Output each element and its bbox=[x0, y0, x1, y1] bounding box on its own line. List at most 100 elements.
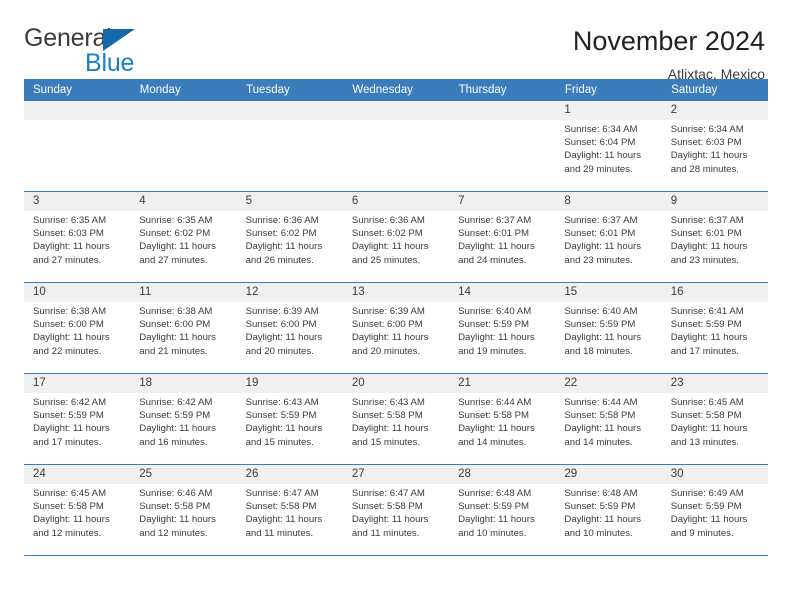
sunrise-text: Sunrise: 6:34 AM bbox=[564, 124, 638, 135]
day-cell[interactable]: 18 Sunrise: 6:42 AM Sunset: 5:59 PM Dayl… bbox=[130, 373, 237, 465]
sunrise-text: Sunrise: 6:35 AM bbox=[33, 215, 107, 226]
daylight-text-line1: Daylight: 11 hours bbox=[670, 150, 748, 162]
day-number: 25 bbox=[130, 465, 237, 484]
day-number: 26 bbox=[236, 465, 343, 484]
day-cell bbox=[130, 101, 237, 192]
day-cell[interactable]: 27 Sunrise: 6:47 AM Sunset: 5:58 PM Dayl… bbox=[342, 464, 450, 555]
day-number: 5 bbox=[236, 192, 343, 211]
sunrise-text: Sunrise: 6:47 AM bbox=[351, 488, 425, 499]
day-details: Sunrise: 6:47 AM Sunset: 5:58 PM Dayligh… bbox=[343, 484, 449, 540]
day-cell[interactable]: 16 Sunrise: 6:41 AM Sunset: 5:59 PM Dayl… bbox=[661, 282, 768, 374]
sunset-text: Sunset: 5:59 PM bbox=[564, 319, 636, 331]
day-cell[interactable]: 5 Sunrise: 6:36 AM Sunset: 6:02 PM Dayli… bbox=[236, 191, 343, 283]
day-details: Sunrise: 6:48 AM Sunset: 5:59 PM Dayligh… bbox=[449, 484, 555, 540]
calendar-week-row: 3 Sunrise: 6:35 AM Sunset: 6:03 PM Dayli… bbox=[24, 191, 768, 283]
day-details: Sunrise: 6:38 AM Sunset: 6:00 PM Dayligh… bbox=[130, 302, 236, 358]
day-details: Sunrise: 6:39 AM Sunset: 6:00 PM Dayligh… bbox=[237, 302, 343, 358]
day-cell bbox=[24, 101, 131, 192]
sunrise-text: Sunrise: 6:34 AM bbox=[670, 124, 744, 135]
day-number: 30 bbox=[661, 465, 768, 484]
daylight-text-line1: Daylight: 11 hours bbox=[458, 423, 535, 435]
day-details: Sunrise: 6:40 AM Sunset: 5:59 PM Dayligh… bbox=[449, 302, 555, 358]
day-details: Sunrise: 6:45 AM Sunset: 5:58 PM Dayligh… bbox=[662, 393, 768, 449]
day-cell[interactable]: 26 Sunrise: 6:47 AM Sunset: 5:58 PM Dayl… bbox=[236, 464, 343, 555]
day-cell[interactable]: 12 Sunrise: 6:39 AM Sunset: 6:00 PM Dayl… bbox=[236, 282, 343, 374]
sunset-text: Sunset: 5:58 PM bbox=[33, 501, 104, 513]
daylight-text-line1: Daylight: 11 hours bbox=[351, 514, 429, 526]
daylight-text-line1: Daylight: 11 hours bbox=[458, 514, 535, 526]
day-number: 13 bbox=[342, 283, 450, 302]
day-cell[interactable]: 9 Sunrise: 6:37 AM Sunset: 6:01 PM Dayli… bbox=[661, 191, 768, 283]
day-number: 17 bbox=[24, 374, 131, 393]
day-cell[interactable]: 3 Sunrise: 6:35 AM Sunset: 6:03 PM Dayli… bbox=[24, 191, 131, 283]
sunrise-text: Sunrise: 6:40 AM bbox=[564, 306, 638, 317]
day-cell[interactable]: 10 Sunrise: 6:38 AM Sunset: 6:00 PM Dayl… bbox=[24, 282, 131, 374]
day-cell[interactable]: 20 Sunrise: 6:43 AM Sunset: 5:58 PM Dayl… bbox=[342, 373, 450, 465]
day-cell[interactable]: 30 Sunrise: 6:49 AM Sunset: 5:59 PM Dayl… bbox=[661, 464, 768, 555]
sunrise-text: Sunrise: 6:48 AM bbox=[458, 488, 532, 499]
calendar-bottom-rule bbox=[24, 555, 768, 556]
day-details: Sunrise: 6:37 AM Sunset: 6:01 PM Dayligh… bbox=[555, 211, 661, 267]
day-cell[interactable]: 19 Sunrise: 6:43 AM Sunset: 5:59 PM Dayl… bbox=[236, 373, 343, 465]
sunset-text: Sunset: 6:00 PM bbox=[33, 319, 104, 331]
day-details: Sunrise: 6:34 AM Sunset: 6:04 PM Dayligh… bbox=[555, 120, 661, 176]
day-number: 16 bbox=[661, 283, 768, 302]
day-details: Sunrise: 6:37 AM Sunset: 6:01 PM Dayligh… bbox=[662, 211, 768, 267]
day-cell[interactable]: 23 Sunrise: 6:45 AM Sunset: 5:58 PM Dayl… bbox=[661, 373, 768, 465]
daylight-text-line1: Daylight: 11 hours bbox=[139, 332, 216, 344]
daylight-text-line2: and 22 minutes. bbox=[33, 345, 102, 357]
day-cell[interactable]: 25 Sunrise: 6:46 AM Sunset: 5:58 PM Dayl… bbox=[130, 464, 237, 555]
day-details: Sunrise: 6:36 AM Sunset: 6:02 PM Dayligh… bbox=[237, 211, 343, 267]
day-cell bbox=[449, 101, 556, 192]
day-cell bbox=[236, 101, 343, 192]
sunset-text: Sunset: 6:01 PM bbox=[564, 228, 636, 240]
day-number: 11 bbox=[130, 283, 237, 302]
sunrise-text: Sunrise: 6:49 AM bbox=[670, 488, 744, 499]
sunset-text: Sunset: 6:02 PM bbox=[351, 228, 423, 240]
day-cell[interactable]: 11 Sunrise: 6:38 AM Sunset: 6:00 PM Dayl… bbox=[130, 282, 237, 374]
sunset-text: Sunset: 6:00 PM bbox=[139, 319, 211, 331]
day-details: Sunrise: 6:45 AM Sunset: 5:58 PM Dayligh… bbox=[24, 484, 130, 540]
day-details: Sunrise: 6:39 AM Sunset: 6:00 PM Dayligh… bbox=[343, 302, 449, 358]
day-cell[interactable]: 24 Sunrise: 6:45 AM Sunset: 5:58 PM Dayl… bbox=[24, 464, 131, 555]
day-cell[interactable]: 8 Sunrise: 6:37 AM Sunset: 6:01 PM Dayli… bbox=[555, 191, 662, 283]
daylight-text-line2: and 21 minutes. bbox=[139, 345, 208, 357]
weekday-header-saturday: Saturday bbox=[661, 79, 769, 101]
day-cell[interactable]: 14 Sunrise: 6:40 AM Sunset: 5:59 PM Dayl… bbox=[449, 282, 556, 374]
sunrise-text: Sunrise: 6:44 AM bbox=[564, 397, 638, 408]
calendar-week-row: 17 Sunrise: 6:42 AM Sunset: 5:59 PM Dayl… bbox=[24, 373, 768, 465]
daylight-text-line1: Daylight: 11 hours bbox=[670, 332, 748, 344]
daylight-text-line2: and 26 minutes. bbox=[245, 254, 314, 266]
day-number: 19 bbox=[236, 374, 343, 393]
sunrise-text: Sunrise: 6:36 AM bbox=[351, 215, 425, 226]
daylight-text-line2: and 23 minutes. bbox=[670, 254, 739, 266]
day-cell[interactable]: 2 Sunrise: 6:34 AM Sunset: 6:03 PM Dayli… bbox=[661, 101, 768, 192]
daylight-text-line1: Daylight: 11 hours bbox=[33, 332, 110, 344]
sunrise-text: Sunrise: 6:36 AM bbox=[245, 215, 319, 226]
day-cell[interactable]: 17 Sunrise: 6:42 AM Sunset: 5:59 PM Dayl… bbox=[24, 373, 131, 465]
day-cell[interactable]: 13 Sunrise: 6:39 AM Sunset: 6:00 PM Dayl… bbox=[342, 282, 450, 374]
weekday-header-monday: Monday bbox=[130, 79, 238, 101]
day-cell[interactable]: 22 Sunrise: 6:44 AM Sunset: 5:58 PM Dayl… bbox=[555, 373, 662, 465]
day-cell[interactable]: 15 Sunrise: 6:40 AM Sunset: 5:59 PM Dayl… bbox=[555, 282, 662, 374]
day-details: Sunrise: 6:43 AM Sunset: 5:58 PM Dayligh… bbox=[343, 393, 449, 449]
day-cell[interactable]: 6 Sunrise: 6:36 AM Sunset: 6:02 PM Dayli… bbox=[342, 191, 450, 283]
day-number: 10 bbox=[24, 283, 131, 302]
sunset-text: Sunset: 5:59 PM bbox=[245, 410, 317, 422]
daylight-text-line1: Daylight: 11 hours bbox=[670, 241, 748, 253]
day-cell[interactable]: 29 Sunrise: 6:48 AM Sunset: 5:59 PM Dayl… bbox=[555, 464, 662, 555]
day-cell[interactable]: 4 Sunrise: 6:35 AM Sunset: 6:02 PM Dayli… bbox=[130, 191, 237, 283]
sunrise-text: Sunrise: 6:37 AM bbox=[458, 215, 532, 226]
daylight-text-line2: and 20 minutes. bbox=[351, 345, 421, 357]
sunset-text: Sunset: 6:01 PM bbox=[458, 228, 530, 240]
sunset-text: Sunset: 5:59 PM bbox=[458, 501, 530, 513]
day-cell[interactable]: 21 Sunrise: 6:44 AM Sunset: 5:58 PM Dayl… bbox=[449, 373, 556, 465]
day-cell[interactable]: 1 Sunrise: 6:34 AM Sunset: 6:04 PM Dayli… bbox=[555, 101, 662, 192]
page-header: General Blue November 2024 Atlixtac, Mex… bbox=[24, 0, 768, 83]
general-blue-logo[interactable]: General Blue bbox=[24, 26, 204, 78]
day-cell[interactable]: 7 Sunrise: 6:37 AM Sunset: 6:01 PM Dayli… bbox=[449, 191, 556, 283]
day-cell[interactable]: 28 Sunrise: 6:48 AM Sunset: 5:59 PM Dayl… bbox=[449, 464, 556, 555]
page-subtitle: Atlixtac, Mexico bbox=[667, 66, 765, 83]
day-details: Sunrise: 6:35 AM Sunset: 6:02 PM Dayligh… bbox=[130, 211, 236, 267]
daylight-text-line2: and 28 minutes. bbox=[670, 163, 739, 175]
